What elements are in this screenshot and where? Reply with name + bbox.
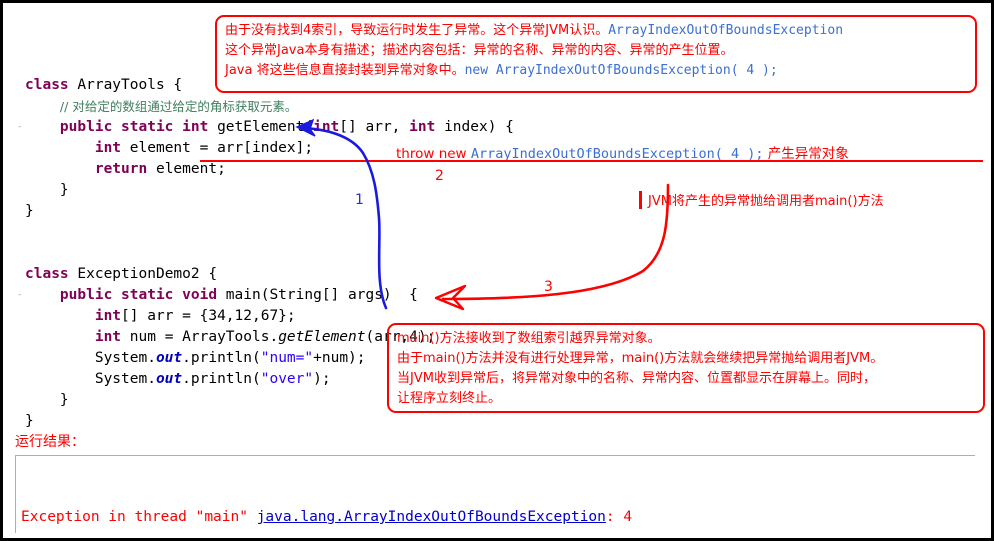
code-token: int [94,329,122,345]
code-token: ExceptionDemo2 { [77,266,218,282]
console-link-exception-class[interactable]: java.lang.ArrayIndexOutOfBoundsException [257,509,606,525]
code-token: } [25,203,34,219]
code-fold-icon[interactable]: - [17,289,23,301]
red-underline-divider [200,160,983,162]
annotation-bottom-line-3: 当JVM收到异常后，将异常对象中的名称、异常内容、位置都显示在屏幕上。同时， [397,371,876,386]
code-line: class ExceptionDemo2 { [3,264,991,285]
code-token: public static int [59,119,218,135]
code-token: element = arr[index]; [121,140,314,156]
code-token: System. [25,371,156,387]
code-token: out [155,371,183,387]
code-fold-icon[interactable]: - [17,121,23,133]
code-token: } [25,182,69,198]
code-token: return [94,161,148,177]
annotation-bottom-line-4: 让程序立刻终止。 [397,391,502,406]
code-token: [] arr = {34,12,67}; [121,308,296,324]
code-token: "over" [260,371,314,387]
annotation-top-line-3-text: Java 将这些信息直接封装到异常对象中。 [225,63,465,78]
jvm-annotation-marker [639,191,642,209]
step-marker-2: 2 [435,168,444,184]
annotation-top-line-3-code: new ArrayIndexOutOfBoundsException( 4 ); [464,63,778,78]
code-token: class [25,266,78,282]
code-line: // 对给定的数组通过给定的角标获取元素。 [3,96,991,117]
result-label: 运行结果： [15,434,85,450]
annotation-box-bottom: main()方法接收到了数组索引越界异常对象。 由于main()方法并没有进行处… [387,323,985,413]
code-token: +num); [313,350,366,366]
code-token: out [155,350,183,366]
code-token: "num=" [260,350,314,366]
code-line: } [3,411,991,432]
code-token: // 对给定的数组通过给定的角标获取元素。 [59,99,298,114]
annotation-top-line-2: 这个异常Java本身有描述；描述内容包括：异常的名称、异常的内容、异常的产生位置… [225,43,734,58]
code-token: main(String[] args) { [225,287,418,303]
console-line-1-post: : 4 [605,509,633,525]
code-token: class [25,77,78,93]
throw-annotation: throw new ArrayIndexOutOfBoundsException… [396,142,849,162]
annotation-top-line-1: 由于没有找到4索引，导致运行时发生了异常。这个异常JVM认识。ArrayInde… [225,21,967,41]
code-token: int [313,119,340,135]
jvm-annotation-text: JVM将产生的异常抛给调用者main()方法 [648,194,884,209]
console-line-1-pre: Exception in thread "main" [21,509,257,525]
annotation-box-top: 由于没有找到4索引，导致运行时发生了异常。这个异常JVM认识。ArrayInde… [215,15,977,93]
slide-canvas: class ArrayTools { // 对给定的数组通过给定的角标获取元素。… [0,0,994,541]
code-token: System. [25,350,156,366]
code-token: index) { [435,119,514,135]
code-token: ArrayTools { [77,77,183,93]
code-token: getElement [278,329,366,345]
code-token: int [94,140,122,156]
code-line: return element; [3,159,991,180]
code-token: } [25,413,34,429]
step-marker-3: 3 [544,279,553,295]
annotation-bottom-line-2: 由于main()方法并没有进行处理异常，main()方法就会继续把异常抛给调用者… [397,351,884,366]
code-token: [] arr, [339,119,410,135]
console-line-exception: Exception in thread "main" java.lang.Arr… [21,505,971,529]
annotation-top-line-3: Java 将这些信息直接封装到异常对象中。new ArrayIndexOutOf… [225,61,967,81]
code-token: public static void [59,287,226,303]
code-token: element; [147,161,226,177]
code-token: getElement( [217,119,314,135]
code-token: .println( [182,371,261,387]
code-token: int [94,308,122,324]
code-token: num = ArrayTools. [121,329,279,345]
code-token: int [409,119,436,135]
code-line: - public static int getElement(int[] arr… [3,117,991,138]
annotation-top-line-1-text: 由于没有找到4索引，导致运行时发生了异常。这个异常JVM认识。 [225,23,609,38]
step-marker-1: 1 [355,192,364,208]
console-output-text: Exception in thread "main" java.lang.Arr… [21,457,971,538]
annotation-bottom-line-1: main()方法接收到了数组索引越界异常对象。 [397,331,661,346]
code-token: .println( [182,350,261,366]
annotation-top-line-1-code: ArrayIndexOutOfBoundsException [608,23,844,38]
code-token: } [25,392,69,408]
code-token: ); [313,371,331,387]
code-line: - public static void main(String[] args)… [3,285,991,306]
